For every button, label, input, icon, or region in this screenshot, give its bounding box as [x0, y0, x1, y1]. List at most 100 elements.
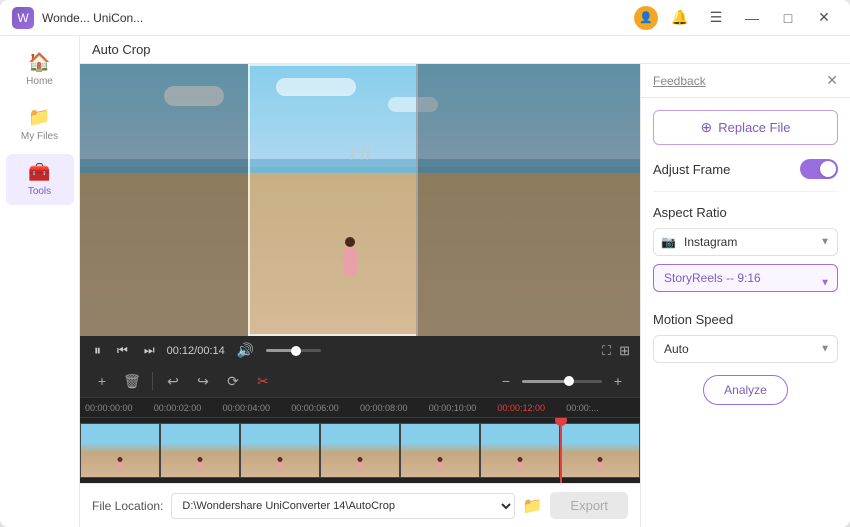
sidebar-tools-label: Tools [28, 186, 51, 197]
ruler-mark-7: 00:00:... [566, 403, 635, 413]
scissors-button[interactable]: ✂ [251, 369, 275, 393]
close-button[interactable]: ✕ [810, 4, 838, 32]
sub-select-wrapper: StoryReels -- 9:16 Post -- 1:1 Stories -… [653, 264, 838, 302]
motion-speed-select[interactable]: Auto Slow Medium Fast [653, 335, 838, 363]
timeline-area: + 🗑 ↩ ↪ ⟳ ✂ − + [80, 365, 640, 483]
adjust-frame-toggle[interactable] [800, 159, 838, 179]
instagram-icon: 📷 [661, 235, 676, 249]
panel-divider [653, 191, 838, 192]
right-panel: Feedback ✕ ⊕ Replace File Adjust Frame [640, 64, 850, 527]
minimize-button[interactable]: — [738, 4, 766, 32]
undo-button[interactable]: ↩ [161, 369, 185, 393]
strip-frame-2 [160, 423, 240, 478]
home-icon: 🏠 [28, 52, 50, 73]
adjust-frame-label: Adjust Frame [653, 162, 730, 177]
ruler-marks: 00:00:00:00 00:00:02:00 00:00:04:00 00:0… [80, 403, 640, 413]
sidebar: 🏠 Home 📁 My Files 🧰 Tools [0, 36, 80, 527]
titlebar: W Wonde... UniCon... 👤 🔔 ☰ — □ ✕ [0, 0, 850, 36]
editor-area: Hi ⏸ ⏮ ⏭ 00:12/00:14 🔊 ⛶ [80, 64, 850, 527]
titlebar-left: W Wonde... UniCon... [12, 7, 143, 29]
strip-frame-1 [80, 423, 160, 478]
fullscreen-button[interactable]: ⛶ [602, 343, 611, 359]
redo2-button[interactable]: ⟳ [221, 369, 245, 393]
right-panel-header: Feedback ✕ [641, 64, 850, 98]
analyze-button[interactable]: Analyze [703, 375, 788, 405]
file-path-select[interactable]: D:\Wondershare UniConverter 14\AutoCrop [171, 493, 514, 519]
story-reels-select[interactable]: StoryReels -- 9:16 Post -- 1:1 Stories -… [653, 264, 838, 292]
sidebar-home-label: Home [26, 76, 53, 87]
zoom-area: − + [494, 369, 630, 393]
strip-frame-4 [320, 423, 400, 478]
zoom-in-button[interactable]: + [606, 369, 630, 393]
panel-header: Auto Crop [80, 36, 850, 64]
titlebar-controls: 👤 🔔 ☰ — □ ✕ [634, 4, 838, 32]
zoom-slider[interactable] [522, 380, 602, 383]
timeline-toolbar: + 🗑 ↩ ↪ ⟳ ✂ − + [80, 365, 640, 398]
strip-frame-7 [560, 423, 640, 478]
sidebar-item-files[interactable]: 📁 My Files [6, 99, 74, 150]
motion-speed-section: Motion Speed Auto Slow Medium Fast ▼ [653, 312, 838, 363]
total-time: 00:14 [197, 345, 225, 357]
timeline-track[interactable] [80, 418, 640, 483]
feedback-link[interactable]: Feedback [653, 74, 706, 88]
aspect-ratio-select[interactable]: Instagram YouTube TikTok Twitter Faceboo… [653, 228, 838, 256]
motion-speed-select-wrapper: Auto Slow Medium Fast ▼ [653, 335, 838, 363]
video-player[interactable]: Hi [80, 64, 640, 336]
crop-view-button[interactable]: ⊞ [619, 343, 630, 359]
aspect-ratio-select-wrapper: 📷 Instagram YouTube TikTok Twitter Faceb… [653, 228, 838, 256]
add-media-button[interactable]: + [90, 369, 114, 393]
user-avatar-button[interactable]: 👤 [634, 6, 658, 30]
zoom-out-button[interactable]: − [494, 369, 518, 393]
right-panel-body: ⊕ Replace File Adjust Frame [641, 98, 850, 527]
export-button[interactable]: Export [550, 492, 628, 519]
video-controls: ⏸ ⏮ ⏭ 00:12/00:14 🔊 ⛶ ⊞ [80, 336, 640, 365]
volume-icon: 🔊 [233, 340, 258, 361]
menu-button[interactable]: ☰ [702, 4, 730, 32]
ruler-mark-0: 00:00:00:00 [85, 403, 154, 413]
aspect-ratio-label: Aspect Ratio [653, 205, 727, 220]
ruler-mark-5: 00:00:10:00 [429, 403, 498, 413]
video-canvas: Hi [80, 64, 640, 336]
pause-button[interactable]: ⏸ [90, 340, 105, 361]
browse-folder-button[interactable]: 📁 [523, 496, 543, 516]
watermark-text: Hi [350, 140, 371, 166]
toolbar-divider [152, 372, 153, 390]
sidebar-item-tools[interactable]: 🧰 Tools [6, 154, 74, 205]
notification-button[interactable]: 🔔 [666, 4, 694, 32]
toggle-thumb [820, 161, 836, 177]
app-title: Wonde... UniCon... [42, 11, 143, 25]
files-icon: 📁 [28, 107, 50, 128]
app-window: W Wonde... UniCon... 👤 🔔 ☰ — □ ✕ 🏠 Home … [0, 0, 850, 527]
volume-slider[interactable] [266, 349, 321, 352]
aspect-ratio-section: Aspect Ratio [653, 204, 838, 222]
prev-frame-button[interactable]: ⏮ [113, 341, 132, 360]
ruler-mark-4: 00:00:08:00 [360, 403, 429, 413]
tools-icon: 🧰 [28, 162, 50, 183]
redo-button[interactable]: ↪ [191, 369, 215, 393]
strip-frame-5 [400, 423, 480, 478]
sidebar-item-home[interactable]: 🏠 Home [6, 44, 74, 95]
replace-file-icon: ⊕ [701, 119, 713, 136]
playhead[interactable] [560, 418, 562, 483]
crop-line-1 [248, 64, 250, 336]
main-layout: 🏠 Home 📁 My Files 🧰 Tools Auto Crop [0, 36, 850, 527]
replace-file-button[interactable]: ⊕ Replace File [653, 110, 838, 145]
app-icon: W [12, 7, 34, 29]
timeline-ruler: 00:00:00:00 00:00:02:00 00:00:04:00 00:0… [80, 398, 640, 418]
maximize-button[interactable]: □ [774, 4, 802, 32]
replace-file-label: Replace File [718, 120, 790, 135]
delete-button[interactable]: 🗑 [120, 369, 144, 393]
panel-close-button[interactable]: ✕ [826, 72, 838, 89]
file-bar: File Location: D:\Wondershare UniConvert… [80, 483, 640, 527]
subject-figure [343, 237, 357, 276]
panel-title: Auto Crop [92, 42, 151, 57]
crop-overlay [80, 64, 640, 336]
next-frame-button[interactable]: ⏭ [140, 341, 159, 360]
current-time: 00:12 [167, 345, 195, 357]
strip-frame-6 [480, 423, 560, 478]
ruler-mark-6: 00:00:12:00 [498, 403, 567, 413]
timeline-strip [80, 423, 640, 478]
video-section: Hi ⏸ ⏮ ⏭ 00:12/00:14 🔊 ⛶ [80, 64, 640, 527]
adjust-frame-row: Adjust Frame [653, 159, 838, 179]
strip-frame-3 [240, 423, 320, 478]
